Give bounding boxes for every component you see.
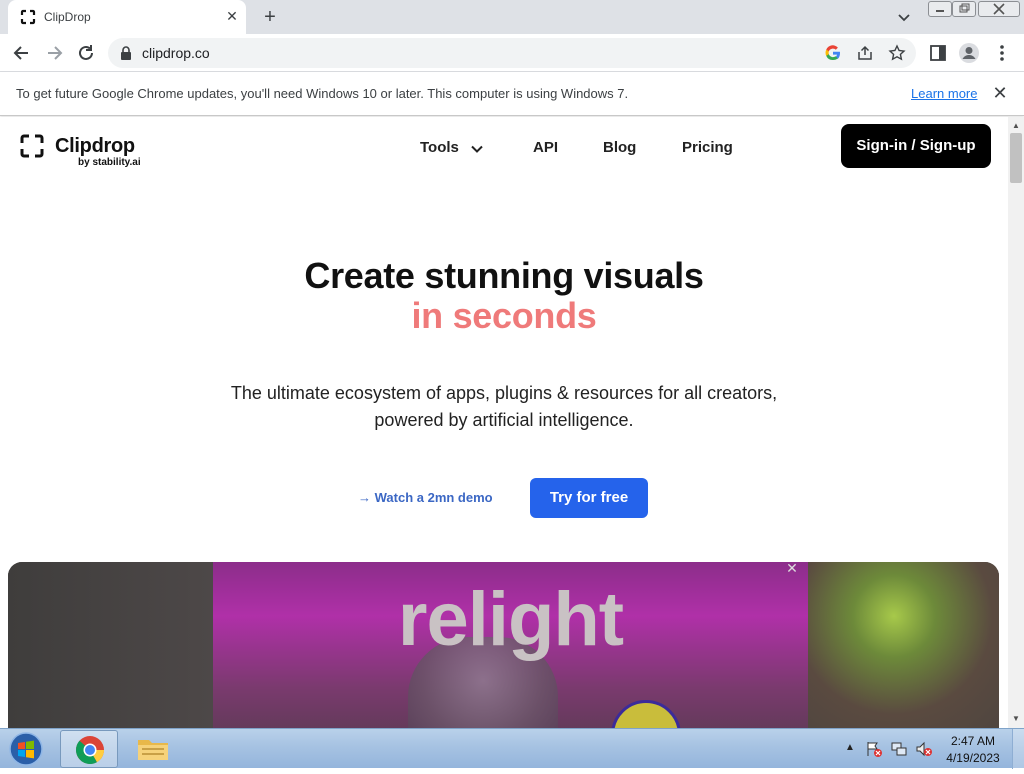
- clock-time[interactable]: 2:47 AM: [940, 734, 1006, 748]
- hero-left-panel: [8, 562, 213, 728]
- scroll-up-arrow-icon[interactable]: ▲: [1012, 121, 1020, 130]
- back-arrow-icon[interactable]: [11, 42, 33, 64]
- watch-demo-link[interactable]: → Watch a 2mn demo: [358, 490, 493, 505]
- address-bar[interactable]: clipdrop.co: [108, 38, 916, 68]
- tab-title: ClipDrop: [44, 10, 91, 24]
- window-restore-button[interactable]: [952, 1, 976, 17]
- window-close-button[interactable]: [978, 1, 1020, 17]
- side-panel-icon[interactable]: [928, 43, 948, 63]
- chrome-icon: [75, 736, 104, 764]
- hero-right-panel: [808, 562, 999, 728]
- nav-tools[interactable]: Tools: [420, 139, 459, 156]
- tab-strip: ClipDrop ✕ +: [0, 0, 1024, 34]
- clipdrop-favicon-icon: [20, 9, 36, 25]
- tray-expand-icon[interactable]: ▲: [845, 742, 855, 753]
- profile-avatar-icon[interactable]: [958, 42, 980, 64]
- show-desktop-button[interactable]: [1012, 729, 1024, 769]
- nav-api[interactable]: API: [533, 139, 558, 156]
- forward-arrow-icon[interactable]: [43, 42, 65, 64]
- learn-more-link[interactable]: Learn more: [911, 86, 977, 101]
- google-icon[interactable]: [824, 44, 842, 62]
- tab-search-chevron-icon[interactable]: [896, 9, 912, 25]
- kebab-menu-icon[interactable]: [994, 42, 1010, 64]
- page-scrollbar[interactable]: ▲ ▼: [1008, 117, 1024, 728]
- logo-text[interactable]: Clipdrop: [55, 135, 135, 158]
- subtitle-line1: The ultimate ecosystem of apps, plugins …: [230, 383, 778, 403]
- clock-date[interactable]: 4/19/2023: [940, 751, 1006, 765]
- headline-line2: in seconds: [411, 295, 597, 336]
- hero-word: relight: [397, 577, 624, 662]
- new-tab-icon[interactable]: +: [260, 6, 280, 28]
- headline-line1: Create stunning visuals: [304, 255, 704, 296]
- action-center-flag-icon[interactable]: [865, 740, 883, 758]
- scroll-thumb[interactable]: [1010, 133, 1022, 183]
- reload-icon[interactable]: [75, 42, 97, 64]
- browser-tab[interactable]: ClipDrop ✕: [8, 0, 246, 34]
- volume-muted-icon[interactable]: [915, 740, 933, 758]
- scroll-down-arrow-icon[interactable]: ▼: [1012, 714, 1020, 723]
- share-icon[interactable]: [856, 44, 874, 62]
- windows-start-icon[interactable]: [6, 730, 46, 768]
- update-infobar: To get future Google Chrome updates, you…: [0, 72, 1024, 116]
- network-icon[interactable]: [890, 740, 908, 758]
- chevron-down-icon[interactable]: [470, 142, 484, 156]
- hero-video-banner[interactable]: relight ✕: [8, 562, 999, 728]
- nav-blog[interactable]: Blog: [603, 139, 636, 156]
- logo-subtitle: by stability.ai: [78, 157, 141, 168]
- clipdrop-logo-icon[interactable]: [20, 134, 44, 158]
- hero-close-icon[interactable]: ✕: [784, 562, 800, 576]
- signin-button[interactable]: Sign-in / Sign-up: [841, 124, 991, 168]
- taskbar-chrome-button[interactable]: [60, 730, 118, 768]
- subtitle-line2: powered by artificial intelligence.: [374, 410, 634, 430]
- window-minimize-button[interactable]: [928, 1, 952, 17]
- windows-taskbar: ▲ 2:47 AM 4/19/2023: [0, 728, 1024, 769]
- try-for-free-button[interactable]: Try for free: [530, 478, 648, 518]
- bookmark-star-icon[interactable]: [888, 44, 906, 62]
- browser-toolbar: clipdrop.co: [0, 34, 1024, 72]
- nav-pricing[interactable]: Pricing: [682, 139, 733, 156]
- infobar-close-icon[interactable]: ✕: [990, 83, 1010, 103]
- web-page: Clipdrop by stability.ai Tools API Blog …: [0, 117, 1008, 728]
- taskbar-explorer-button[interactable]: [124, 730, 182, 768]
- folder-icon: [138, 740, 168, 760]
- lock-icon[interactable]: [120, 46, 132, 60]
- infobar-message: To get future Google Chrome updates, you…: [16, 86, 629, 101]
- tab-close-icon[interactable]: ✕: [224, 8, 240, 24]
- url-text[interactable]: clipdrop.co: [142, 45, 210, 61]
